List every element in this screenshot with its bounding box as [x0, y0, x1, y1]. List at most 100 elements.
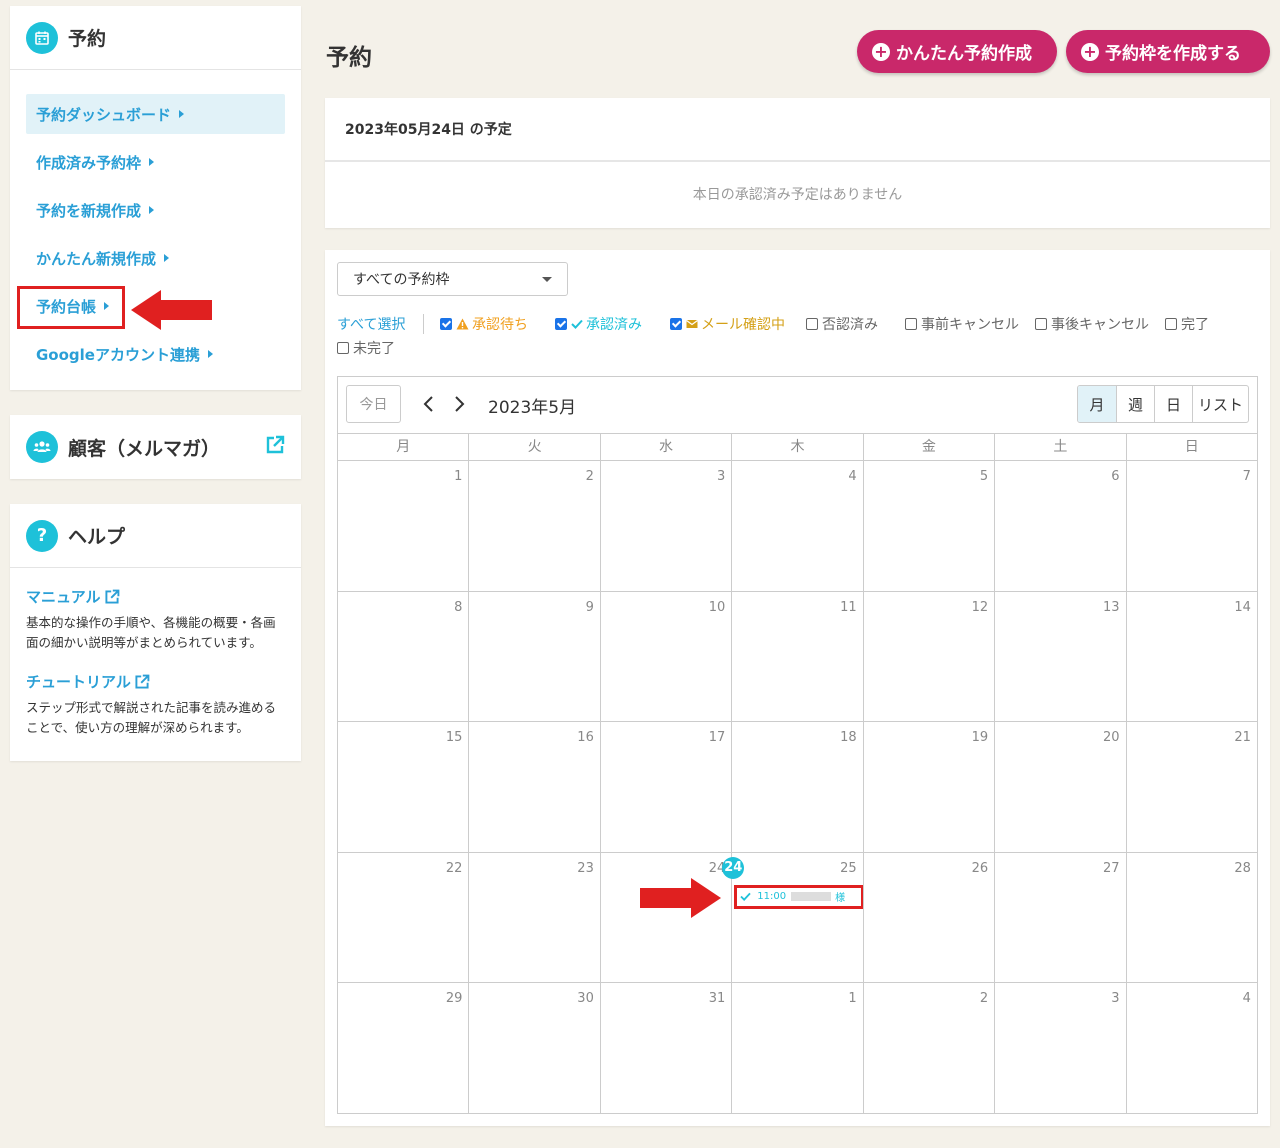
- day-cell[interactable]: 17: [599, 722, 731, 852]
- chevron-down-icon: [542, 277, 552, 282]
- day-number: 8: [454, 599, 463, 615]
- select-all-link[interactable]: すべて選択: [337, 314, 405, 334]
- sidebar-item-google-link[interactable]: Googleアカウント連携: [26, 334, 285, 374]
- day-number: 18: [840, 730, 857, 745]
- filter-checkbox[interactable]: [555, 318, 567, 330]
- day-cell[interactable]: 2: [862, 983, 994, 1114]
- view-list-button[interactable]: リスト: [1192, 386, 1248, 422]
- day-cell[interactable]: 27: [994, 852, 1125, 982]
- prev-month-button[interactable]: [422, 389, 436, 428]
- day-number: 23: [577, 860, 594, 876]
- filter-checkbox[interactable]: [1035, 318, 1047, 330]
- day-cell[interactable]: 19: [862, 722, 994, 852]
- day-cell[interactable]: 8: [338, 592, 468, 722]
- day-cell[interactable]: 22: [338, 853, 468, 983]
- filter-pending[interactable]: 承認待ち: [440, 314, 528, 334]
- day-cell[interactable]: 1: [731, 983, 862, 1114]
- sidebar-customer-card[interactable]: 顧客（メルマガ）: [10, 415, 301, 479]
- day-cell[interactable]: 21: [1125, 722, 1257, 852]
- day-cell[interactable]: 5: [862, 461, 994, 591]
- day-cell[interactable]: 4: [1125, 983, 1257, 1114]
- filter-label: 未完了: [353, 341, 395, 357]
- day-cell[interactable]: 7: [1125, 461, 1257, 591]
- filter-label: 事後キャンセル: [1051, 317, 1149, 333]
- external-link-icon[interactable]: [265, 435, 285, 459]
- day-cell[interactable]: 13: [994, 591, 1125, 721]
- day-cell[interactable]: 16: [468, 722, 599, 852]
- filter-post-cancel[interactable]: 事後キャンセル: [1035, 314, 1149, 334]
- day-number: 10: [708, 599, 726, 615]
- view-week-button[interactable]: 週: [1116, 386, 1154, 422]
- day-number: 22: [445, 860, 463, 876]
- today-button[interactable]: 今日: [346, 385, 401, 423]
- view-day-button[interactable]: 日: [1154, 386, 1192, 422]
- sidebar-item-new-reservation[interactable]: 予約を新規作成: [26, 190, 285, 230]
- filter-checkbox[interactable]: [337, 342, 349, 354]
- day-cell[interactable]: 26: [862, 852, 994, 982]
- day-number: 26: [971, 860, 989, 876]
- day-cell[interactable]: 23: [468, 852, 599, 982]
- day-cell[interactable]: 24 25 11:00 様: [722, 852, 865, 982]
- annotation-arrow-left: [131, 290, 212, 330]
- redacted-name: [791, 892, 832, 901]
- calendar-event[interactable]: 11:00 様: [734, 884, 865, 909]
- day-number: 27: [1102, 860, 1120, 876]
- sidebar-item-dashboard[interactable]: 予約ダッシュボード: [26, 94, 285, 134]
- day-cell[interactable]: 18: [731, 722, 862, 852]
- day-cell[interactable]: 9: [468, 591, 599, 721]
- day-cell[interactable]: 2: [468, 461, 599, 591]
- day-cell[interactable]: 15: [338, 722, 468, 852]
- external-link-icon: [105, 589, 119, 604]
- create-slot-button[interactable]: + 予約枠を作成する: [1066, 30, 1270, 73]
- weekday-label: 木: [731, 434, 862, 460]
- day-cell[interactable]: 6: [994, 461, 1125, 591]
- next-month-button[interactable]: [452, 389, 466, 428]
- day-number: 2: [585, 469, 594, 484]
- weekday-label: 日: [1125, 434, 1257, 460]
- view-month-button[interactable]: 月: [1078, 386, 1116, 422]
- filter-checkbox[interactable]: [1165, 318, 1177, 330]
- day-number: 4: [1242, 991, 1251, 1006]
- filter-approved[interactable]: 承認済み: [555, 314, 642, 334]
- filter-checkbox[interactable]: [670, 318, 682, 330]
- day-cell[interactable]: 10: [599, 591, 731, 721]
- day-cell[interactable]: 29: [338, 983, 468, 1114]
- filter-pre-cancel[interactable]: 事前キャンセル: [905, 314, 1019, 334]
- day-cell[interactable]: 31: [599, 983, 731, 1114]
- day-cell[interactable]: 1: [338, 461, 468, 591]
- filter-divider: [423, 314, 424, 334]
- caret-right-icon: [149, 158, 155, 166]
- chevron-left-icon: [423, 396, 433, 412]
- filter-rejected[interactable]: 否認済み: [806, 314, 878, 334]
- sidebar-item-easy-create[interactable]: かんたん新規作成: [26, 238, 285, 278]
- filter-checkbox[interactable]: [440, 318, 452, 330]
- filter-mail-confirming[interactable]: メール確認中: [670, 314, 785, 334]
- day-cell[interactable]: 11: [731, 591, 862, 721]
- sidebar-item-created-slots[interactable]: 作成済み予約枠: [26, 142, 285, 182]
- day-cell[interactable]: 3: [599, 461, 731, 591]
- weekday-label: 火: [468, 434, 599, 460]
- manual-link[interactable]: マニュアル: [26, 586, 285, 607]
- sidebar-item-label: 作成済み予約枠: [36, 153, 142, 172]
- tutorial-link[interactable]: チュートリアル: [26, 671, 285, 692]
- filter-not-done[interactable]: 未完了: [337, 338, 395, 358]
- day-cell[interactable]: 20: [994, 722, 1125, 852]
- slot-select[interactable]: すべての予約枠: [337, 262, 568, 296]
- create-slot-label: 予約枠を作成する: [1105, 44, 1241, 64]
- caret-right-icon: [207, 350, 213, 358]
- day-cell[interactable]: 30: [468, 983, 599, 1114]
- filter-label: 完了: [1181, 317, 1209, 333]
- day-cell[interactable]: 28: [1125, 852, 1257, 982]
- day-cell[interactable]: 4: [731, 461, 862, 591]
- day-number: 3: [716, 469, 726, 484]
- check-icon: [571, 319, 583, 329]
- day-cell[interactable]: 14: [1125, 591, 1257, 721]
- easy-create-button[interactable]: + かんたん予約作成: [857, 30, 1057, 73]
- filter-checkbox[interactable]: [806, 318, 818, 330]
- filter-checkbox[interactable]: [905, 318, 917, 330]
- day-cell[interactable]: 3: [994, 983, 1125, 1114]
- weekday-header: 月 火 水 木 金 土 日: [338, 433, 1257, 461]
- day-number: 12: [971, 599, 989, 615]
- day-cell[interactable]: 12: [862, 591, 994, 721]
- filter-done[interactable]: 完了: [1165, 314, 1209, 334]
